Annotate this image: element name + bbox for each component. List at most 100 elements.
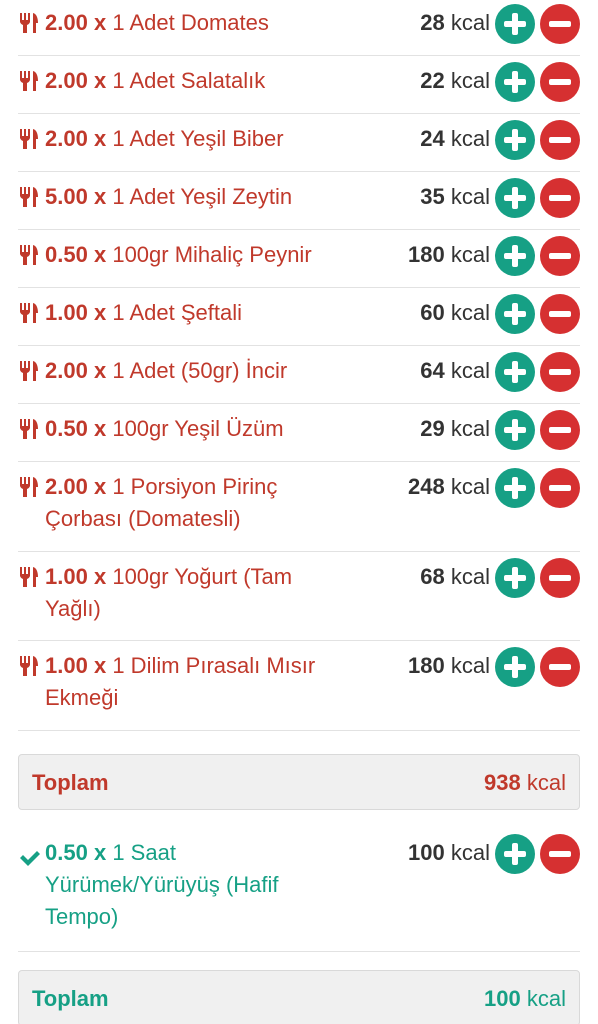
item-quantity: 2.00: [45, 10, 88, 35]
food-row: 2.00 x 1 Adet Yeşil Biber 24 kcal: [18, 114, 580, 172]
food-row: 2.00 x 1 Adet Domates 28 kcal: [18, 0, 580, 56]
item-multiplier: x: [93, 653, 107, 678]
remove-button[interactable]: [540, 120, 580, 160]
item-kcal-unit: kcal: [450, 474, 490, 499]
item-quantity: 5.00: [45, 184, 88, 209]
item-description: 1 Adet Domates: [112, 10, 269, 35]
add-button[interactable]: [495, 236, 535, 276]
add-button[interactable]: [495, 558, 535, 598]
fork-knife-icon: [18, 418, 40, 440]
remove-button[interactable]: [540, 410, 580, 450]
remove-button[interactable]: [540, 294, 580, 334]
item-kcal-number: 248: [408, 474, 445, 499]
item-kcal-unit: kcal: [450, 358, 490, 383]
item-quantity: 2.00: [45, 126, 88, 151]
add-button[interactable]: [495, 410, 535, 450]
item-text: 0.50 x 100gr Mihaliç Peynir: [45, 239, 345, 271]
food-row: 5.00 x 1 Adet Yeşil Zeytin 35 kcal: [18, 172, 580, 230]
item-quantity: 2.00: [45, 68, 88, 93]
remove-button[interactable]: [540, 352, 580, 392]
food-row: 2.00 x 1 Adet (50gr) İncir 64 kcal: [18, 346, 580, 404]
item-kcal-unit: kcal: [450, 184, 490, 209]
fork-knife-icon: [18, 128, 40, 150]
item-multiplier: x: [93, 358, 107, 383]
fork-knife-icon: [18, 360, 40, 382]
item-quantity: 1.00: [45, 300, 88, 325]
fork-knife-icon: [18, 244, 40, 266]
remove-button[interactable]: [540, 468, 580, 508]
check-icon: [18, 846, 40, 868]
item-quantity: 0.50: [45, 242, 88, 267]
add-button[interactable]: [495, 178, 535, 218]
item-description: 1 Adet Şeftali: [112, 300, 242, 325]
fork-knife-icon: [18, 302, 40, 324]
item-kcal-unit: kcal: [450, 68, 490, 93]
item-kcal-number: 29: [420, 416, 445, 441]
item-multiplier: x: [93, 10, 107, 35]
fork-knife-icon: [18, 476, 40, 498]
remove-button[interactable]: [540, 62, 580, 102]
item-kcal-number: 68: [420, 564, 445, 589]
item-kcal: 60 kcal: [420, 297, 490, 329]
item-multiplier: x: [93, 474, 107, 499]
food-total-unit: kcal: [526, 770, 566, 795]
item-kcal: 248 kcal: [408, 471, 490, 503]
item-quantity: 2.00: [45, 474, 88, 499]
fork-knife-icon: [18, 655, 40, 677]
fork-knife-icon: [18, 70, 40, 92]
remove-button[interactable]: [540, 178, 580, 218]
item-multiplier: x: [93, 840, 107, 865]
item-kcal-number: 28: [420, 10, 445, 35]
item-text: 2.00 x 1 Porsiyon Pirinç Çorbası (Domate…: [45, 471, 345, 535]
item-quantity: 0.50: [45, 840, 88, 865]
item-multiplier: x: [93, 416, 107, 441]
item-kcal-number: 180: [408, 653, 445, 678]
add-button[interactable]: [495, 120, 535, 160]
item-multiplier: x: [93, 68, 107, 93]
item-kcal-unit: kcal: [450, 242, 490, 267]
item-text: 1.00 x 1 Dilim Pırasalı Mısır Ekmeği: [45, 650, 345, 714]
item-text: 2.00 x 1 Adet Salatalık: [45, 65, 345, 97]
food-total-value: 938 kcal: [484, 767, 566, 799]
exercise-row: 0.50 x 1 Saat Yürümek/Yürüyüş (Hafif Tem…: [18, 828, 580, 952]
food-total-number: 938: [484, 770, 521, 795]
item-kcal: 22 kcal: [420, 65, 490, 97]
item-kcal: 68 kcal: [420, 561, 490, 593]
item-kcal: 180 kcal: [408, 650, 490, 682]
exercise-total-value: 100 kcal: [484, 983, 566, 1015]
item-kcal: 24 kcal: [420, 123, 490, 155]
item-kcal: 100 kcal: [408, 837, 490, 869]
add-button[interactable]: [495, 468, 535, 508]
item-text: 2.00 x 1 Adet (50gr) İncir: [45, 355, 345, 387]
item-description: 1 Adet Salatalık: [112, 68, 266, 93]
add-button[interactable]: [495, 62, 535, 102]
remove-button[interactable]: [540, 647, 580, 687]
add-button[interactable]: [495, 4, 535, 44]
item-kcal-unit: kcal: [450, 564, 490, 589]
fork-knife-icon: [18, 186, 40, 208]
item-kcal-number: 35: [420, 184, 445, 209]
item-description: 100gr Yeşil Üzüm: [112, 416, 284, 441]
food-row: 1.00 x 1 Adet Şeftali 60 kcal: [18, 288, 580, 346]
food-row: 1.00 x 1 Dilim Pırasalı Mısır Ekmeği 180 …: [18, 641, 580, 731]
food-total-box: Toplam 938 kcal: [18, 754, 580, 810]
add-button[interactable]: [495, 834, 535, 874]
exercise-total-number: 100: [484, 986, 521, 1011]
item-multiplier: x: [93, 564, 107, 589]
item-kcal-number: 22: [420, 68, 445, 93]
food-row: 2.00 x 1 Adet Salatalık 22 kcal: [18, 56, 580, 114]
add-button[interactable]: [495, 352, 535, 392]
item-text: 1.00 x 1 Adet Şeftali: [45, 297, 345, 329]
food-row: 0.50 x 100gr Mihaliç Peynir 180 kcal: [18, 230, 580, 288]
add-button[interactable]: [495, 294, 535, 334]
remove-button[interactable]: [540, 4, 580, 44]
item-quantity: 2.00: [45, 358, 88, 383]
add-button[interactable]: [495, 647, 535, 687]
food-total-label: Toplam: [32, 770, 109, 795]
remove-button[interactable]: [540, 834, 580, 874]
item-description: 1 Adet Yeşil Biber: [112, 126, 284, 151]
remove-button[interactable]: [540, 236, 580, 276]
remove-button[interactable]: [540, 558, 580, 598]
item-description: 1 Adet (50gr) İncir: [112, 358, 288, 383]
item-multiplier: x: [93, 300, 107, 325]
